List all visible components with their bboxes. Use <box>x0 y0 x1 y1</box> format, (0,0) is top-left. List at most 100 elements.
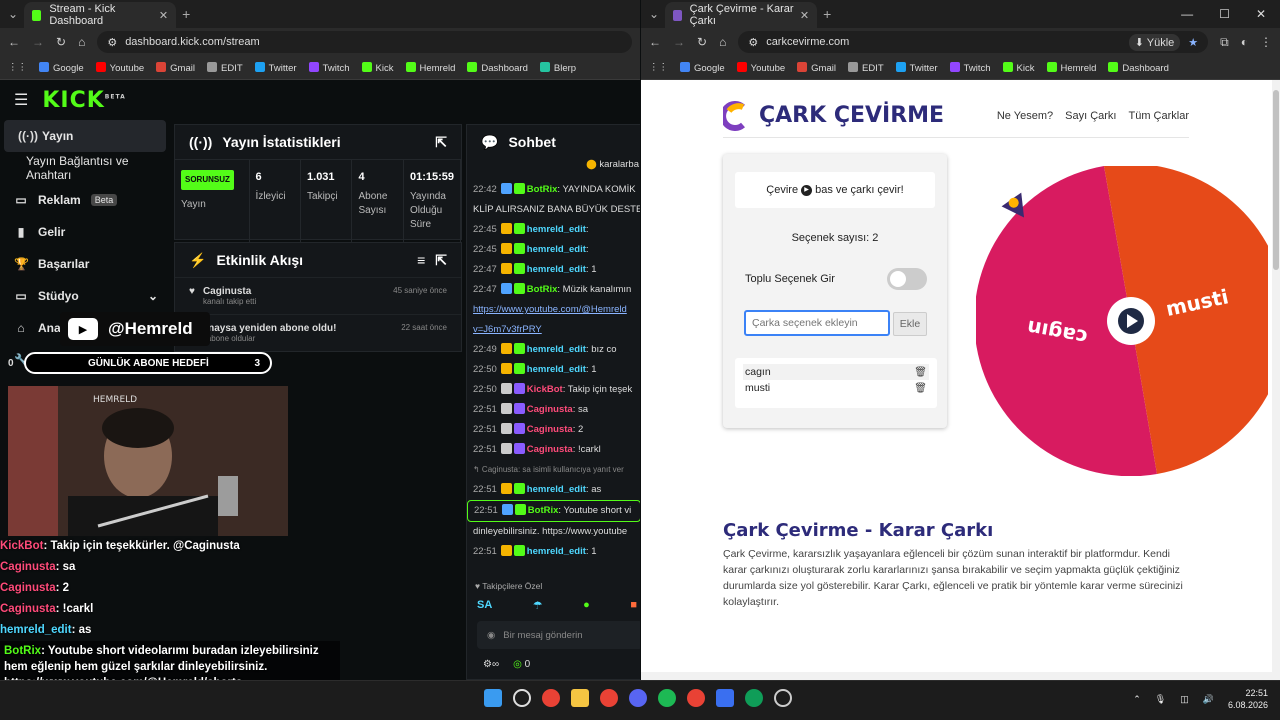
bookmark-item[interactable]: Gmail <box>156 61 195 74</box>
tab-menu-icon[interactable]: ⌄ <box>649 7 659 21</box>
apps-icon[interactable]: ⋮⋮ <box>649 62 668 73</box>
app-icon[interactable] <box>774 689 792 707</box>
sidebar-item[interactable]: ▮ Gelir <box>0 216 172 248</box>
bookmark-item[interactable]: Dashboard <box>467 61 528 74</box>
site-logo-text[interactable]: ÇARK ÇEVİRME <box>759 103 944 128</box>
sidebar-item[interactable]: Yayın Bağlantısı ve Anahtarı <box>0 152 172 184</box>
chat-username[interactable]: hemreld_edit <box>527 344 586 355</box>
popout-icon[interactable]: ⇱ <box>435 252 447 269</box>
bookmark-item[interactable]: Dashboard <box>1108 61 1169 74</box>
bulk-toggle[interactable] <box>887 268 927 290</box>
bookmark-item[interactable]: Youtube <box>736 61 785 74</box>
trash-icon[interactable]: 🗑 <box>914 367 927 378</box>
tab-kick-dashboard[interactable]: Stream - Kick Dashboard ✕ <box>24 2 177 28</box>
chat-username[interactable]: BotRix <box>527 184 558 195</box>
chat-username[interactable]: hemreld_edit <box>527 364 586 375</box>
tray-chevron-icon[interactable]: ⌃ <box>1133 694 1141 705</box>
folder-icon[interactable] <box>571 689 589 707</box>
start-icon[interactable] <box>484 689 502 707</box>
spotify-icon[interactable] <box>658 689 676 707</box>
chat-link[interactable]: https://www.youtube.com/@Hemreld <box>473 304 627 315</box>
bookmark-item[interactable]: Google <box>680 61 725 74</box>
url-field[interactable]: ⚙ carkcevirme.com ⬇ Yükle ★ <box>738 31 1209 53</box>
edge-icon[interactable] <box>745 689 763 707</box>
sidebar-item[interactable]: ▭ Reklam Beta <box>0 184 172 216</box>
spin-wheel[interactable]: cagın musti <box>976 166 1276 476</box>
chat-username[interactable]: BotRix <box>528 505 559 516</box>
horizontal-scrollbar[interactable] <box>641 672 1273 680</box>
bookmark-item[interactable]: Hemreld <box>1046 61 1096 74</box>
forward-icon[interactable]: → <box>32 35 44 49</box>
emote-sa[interactable]: SA <box>477 599 492 612</box>
nav-link[interactable]: Sayı Çarkı <box>1065 110 1116 122</box>
reload-icon[interactable]: ↻ <box>697 35 707 49</box>
bookmark-item[interactable]: Gmail <box>797 61 836 74</box>
tab-menu-icon[interactable]: ⌄ <box>8 7 18 21</box>
chat-username[interactable]: hemreld_edit <box>527 224 586 235</box>
chat-link[interactable]: v=J6m7v3frPRY <box>473 324 542 335</box>
sidebar-item[interactable]: 🏆 Başarılar <box>0 248 172 280</box>
points-display[interactable]: ◎ 0 <box>513 659 530 670</box>
trash-icon[interactable]: 🗑 <box>914 383 927 394</box>
close-tab-icon[interactable]: ✕ <box>800 9 809 22</box>
filter-icon[interactable]: ≡ <box>417 252 425 268</box>
chat-username[interactable]: hemreld_edit <box>527 264 586 275</box>
close-tab-icon[interactable]: ✕ <box>159 9 168 22</box>
menu-icon[interactable]: ☰ <box>14 90 28 110</box>
kick-logo[interactable]: KICKBETA <box>42 88 125 113</box>
bookmark-item[interactable]: Blerp <box>539 61 576 74</box>
bookmark-item[interactable]: Twitch <box>949 61 991 74</box>
bookmark-item[interactable]: EDIT <box>206 61 243 74</box>
option-input[interactable] <box>744 310 890 336</box>
chrome-icon[interactable] <box>600 689 618 707</box>
bookmark-item[interactable]: Kick <box>1002 61 1035 74</box>
tab-cark[interactable]: Çark Çevirme - Karar Çarkı ✕ <box>665 2 818 28</box>
bookmark-item[interactable]: EDIT <box>847 61 884 74</box>
vertical-scrollbar[interactable] <box>1272 80 1280 680</box>
bookmark-item[interactable]: Twitter <box>254 61 297 74</box>
extensions-icon[interactable]: ⧉ <box>1220 35 1229 50</box>
emote-icon[interactable]: ■ <box>630 599 637 612</box>
bookmark-item[interactable]: Twitch <box>308 61 350 74</box>
url-field[interactable]: ⚙ dashboard.kick.com/stream <box>97 31 632 53</box>
chat-username[interactable]: BotRix <box>527 284 558 295</box>
nav-link[interactable]: Tüm Çarklar <box>1128 110 1189 122</box>
settings-icon[interactable]: ⚙∞ <box>483 659 499 670</box>
emote-icon[interactable]: ● <box>583 599 590 612</box>
volume-icon[interactable]: 🔊 <box>1203 694 1214 705</box>
pinned-user[interactable]: ⬤ karalarba <box>467 159 640 170</box>
chat-username[interactable]: KickBot <box>527 384 563 395</box>
cark-logo-icon[interactable] <box>723 100 747 131</box>
apps-icon[interactable]: ⋮⋮ <box>8 62 27 73</box>
chrome-icon[interactable] <box>542 689 560 707</box>
nav-link[interactable]: Ne Yesem? <box>997 110 1053 122</box>
chat-username[interactable]: hemreld_edit <box>527 484 586 495</box>
chat-username[interactable]: hemreld_edit <box>527 546 586 557</box>
forward-icon[interactable]: → <box>673 35 685 49</box>
sidebar-item[interactable]: ((·)) Yayın <box>4 120 166 152</box>
add-button[interactable]: Ekle <box>893 312 927 336</box>
search-icon[interactable] <box>513 689 531 707</box>
network-icon[interactable]: ◫ <box>1180 694 1189 705</box>
chat-username[interactable]: hemreld_edit <box>527 244 586 255</box>
bookmark-item[interactable]: Kick <box>361 61 394 74</box>
bookmark-item[interactable]: Youtube <box>95 61 144 74</box>
site-info-icon[interactable]: ⚙ <box>748 36 758 49</box>
home-icon[interactable]: ⌂ <box>719 35 726 49</box>
chevron-down-icon[interactable]: ⌄ <box>148 289 158 303</box>
bookmark-item[interactable]: Twitter <box>895 61 938 74</box>
emote-icon[interactable]: ☂ <box>533 599 543 612</box>
app-icon[interactable] <box>716 689 734 707</box>
new-tab-icon[interactable]: + <box>823 6 831 22</box>
install-button[interactable]: ⬇ Yükle <box>1128 33 1181 51</box>
emoji-icon[interactable]: ◉ <box>487 630 495 641</box>
minimize-icon[interactable]: — <box>1181 7 1193 21</box>
sidebar-item[interactable]: ▭ Stüdyo ⌄ <box>0 280 172 312</box>
new-tab-icon[interactable]: + <box>182 6 190 22</box>
star-icon[interactable]: ★ <box>1188 36 1198 49</box>
chat-username[interactable]: Caginusta <box>527 444 573 455</box>
bookmark-item[interactable]: Hemreld <box>405 61 455 74</box>
chat-input[interactable]: ◉ Bir mesaj gönderin <box>477 621 640 649</box>
back-icon[interactable]: ← <box>8 35 20 49</box>
bookmark-item[interactable]: Google <box>39 61 84 74</box>
